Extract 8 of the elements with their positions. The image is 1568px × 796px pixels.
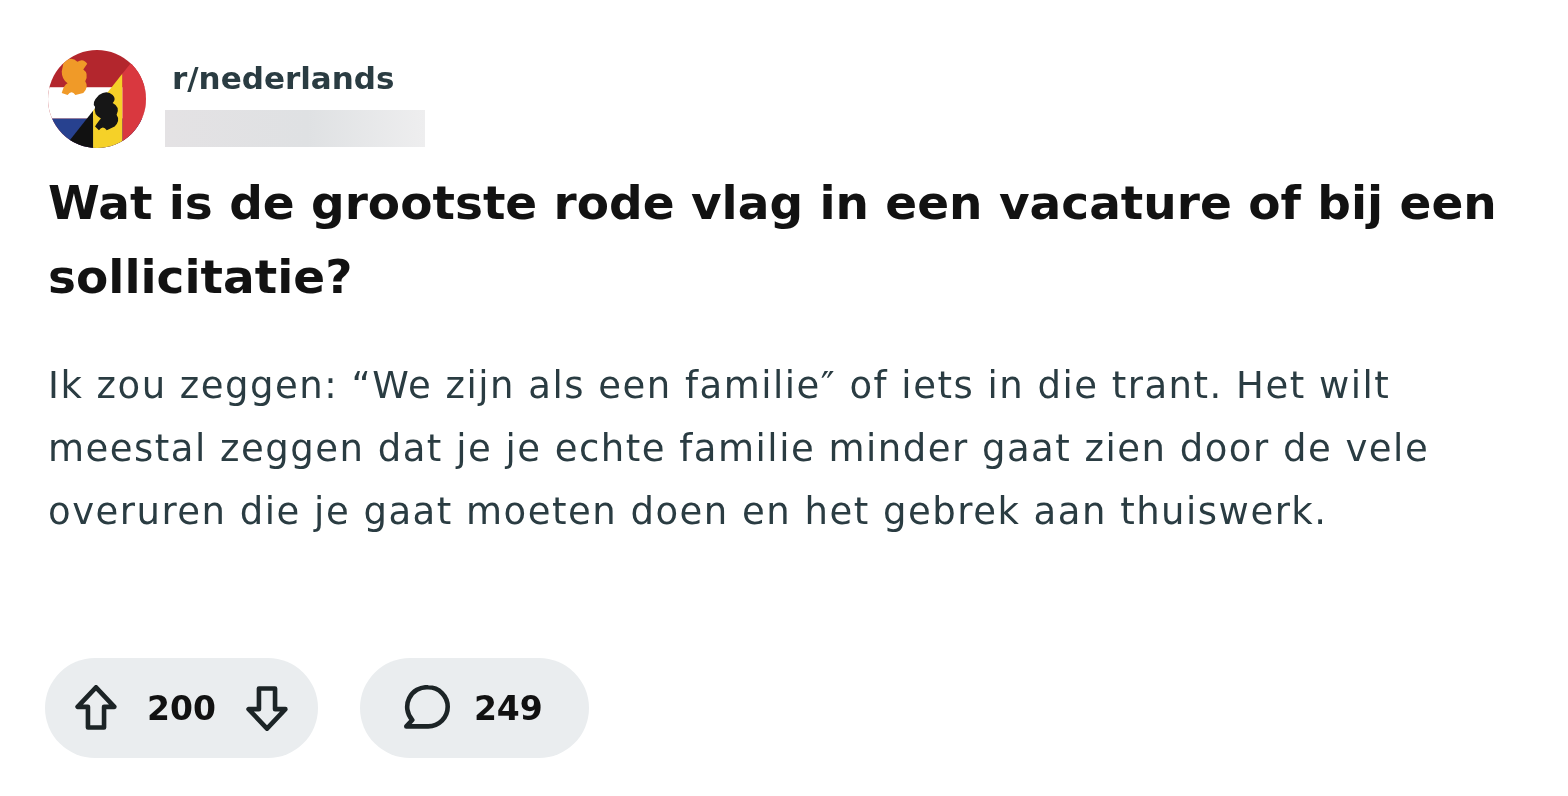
vote-count: 200 xyxy=(147,688,216,728)
speech-bubble-icon xyxy=(401,685,452,731)
post-body: Ik zou zeggen: “We zijn als een familie″ of iets in die trant. Het wilt meestal zeggen dat je je echte familie minder gaat zien door de vele overuren die je gaat moeten doen en het gebrek aan thuiswerk. xyxy=(48,363,1431,535)
post-title: Wat is de grootste rode vlag in een vacature of bij een sollicitatie? xyxy=(48,174,1498,306)
comments-button[interactable]: 249 xyxy=(359,658,589,758)
arrow-down-icon xyxy=(245,685,288,731)
arrow-up-icon xyxy=(75,685,117,731)
subreddit-name[interactable]: r/nederlands xyxy=(165,58,395,98)
